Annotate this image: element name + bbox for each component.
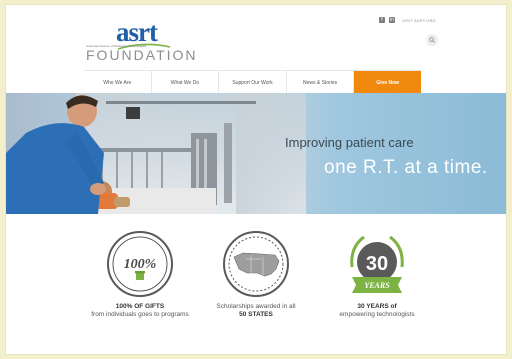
badge-gifts-caption: 100% OF GIFTS from individuals goes to p… — [85, 303, 195, 318]
badge-years-caption: 30 YEARS of empowering technologists — [322, 303, 432, 318]
badge-years-bold: 30 YEARS of — [357, 303, 397, 310]
hero-subheadline: one R.T. at a time. — [324, 157, 488, 178]
asrt-foundation-logo[interactable]: asrt American Society of Radiologic Tech… — [86, 19, 206, 65]
search-button[interactable] — [426, 34, 438, 46]
nav-what-we-do[interactable]: What We Do — [152, 71, 220, 94]
badge-gifts: 100% 100% OF GIFTS from individuals goes… — [85, 229, 195, 318]
logo-foundation-text: FOUNDATION — [86, 47, 198, 63]
website-page: asrt American Society of Radiologic Tech… — [6, 5, 506, 354]
logo-asrt-text: asrt — [116, 17, 158, 47]
facebook-icon[interactable]: f — [379, 17, 385, 23]
hero-headline: Improving patient care — [285, 135, 414, 150]
badge-states-bold: 50 STATES — [239, 310, 273, 318]
site-header: asrt American Society of Radiologic Tech… — [6, 5, 506, 97]
nav-support-our-work[interactable]: Support Our Work — [219, 71, 287, 94]
badge-states-caption: Scholarships awarded in all 50 STATES — [201, 303, 311, 318]
badge-30-text: 30 — [366, 253, 388, 275]
hero-photo-illustration — [6, 95, 256, 214]
linkedin-icon[interactable]: in — [389, 17, 395, 23]
badge-gifts-bold: 100% OF GIFTS — [115, 303, 165, 310]
visit-asrt-link[interactable]: VISIT ASRT.ORG — [402, 18, 436, 23]
badge-years-ribbon: YEARS — [364, 281, 390, 290]
badge-gifts-rest: from individuals goes to programs — [91, 310, 189, 318]
main-nav: Who We Are What We Do Support Our Work N… — [84, 70, 421, 94]
give-now-button[interactable]: Give Now — [354, 71, 421, 94]
hero-banner — [6, 93, 506, 214]
badge-states-rest: Scholarships awarded in all — [216, 303, 296, 310]
30-years-icon: 30 YEARS — [350, 235, 404, 293]
search-icon — [429, 37, 435, 43]
badge-100-text: 100% — [124, 257, 157, 272]
nav-news-stories[interactable]: News & Stories — [287, 71, 355, 94]
100-percent-icon: 100% — [107, 231, 173, 297]
us-map-icon — [223, 231, 289, 297]
nav-who-we-are[interactable]: Who We Are — [84, 71, 152, 94]
badge-years: 30 YEARS 30 YEARS of empowering technolo… — [322, 229, 432, 318]
badge-states: Scholarships awarded in all 50 STATES — [201, 229, 311, 318]
header-utility: f in VISIT ASRT.ORG — [379, 17, 436, 23]
badge-years-rest: empowering technologists — [339, 310, 415, 318]
